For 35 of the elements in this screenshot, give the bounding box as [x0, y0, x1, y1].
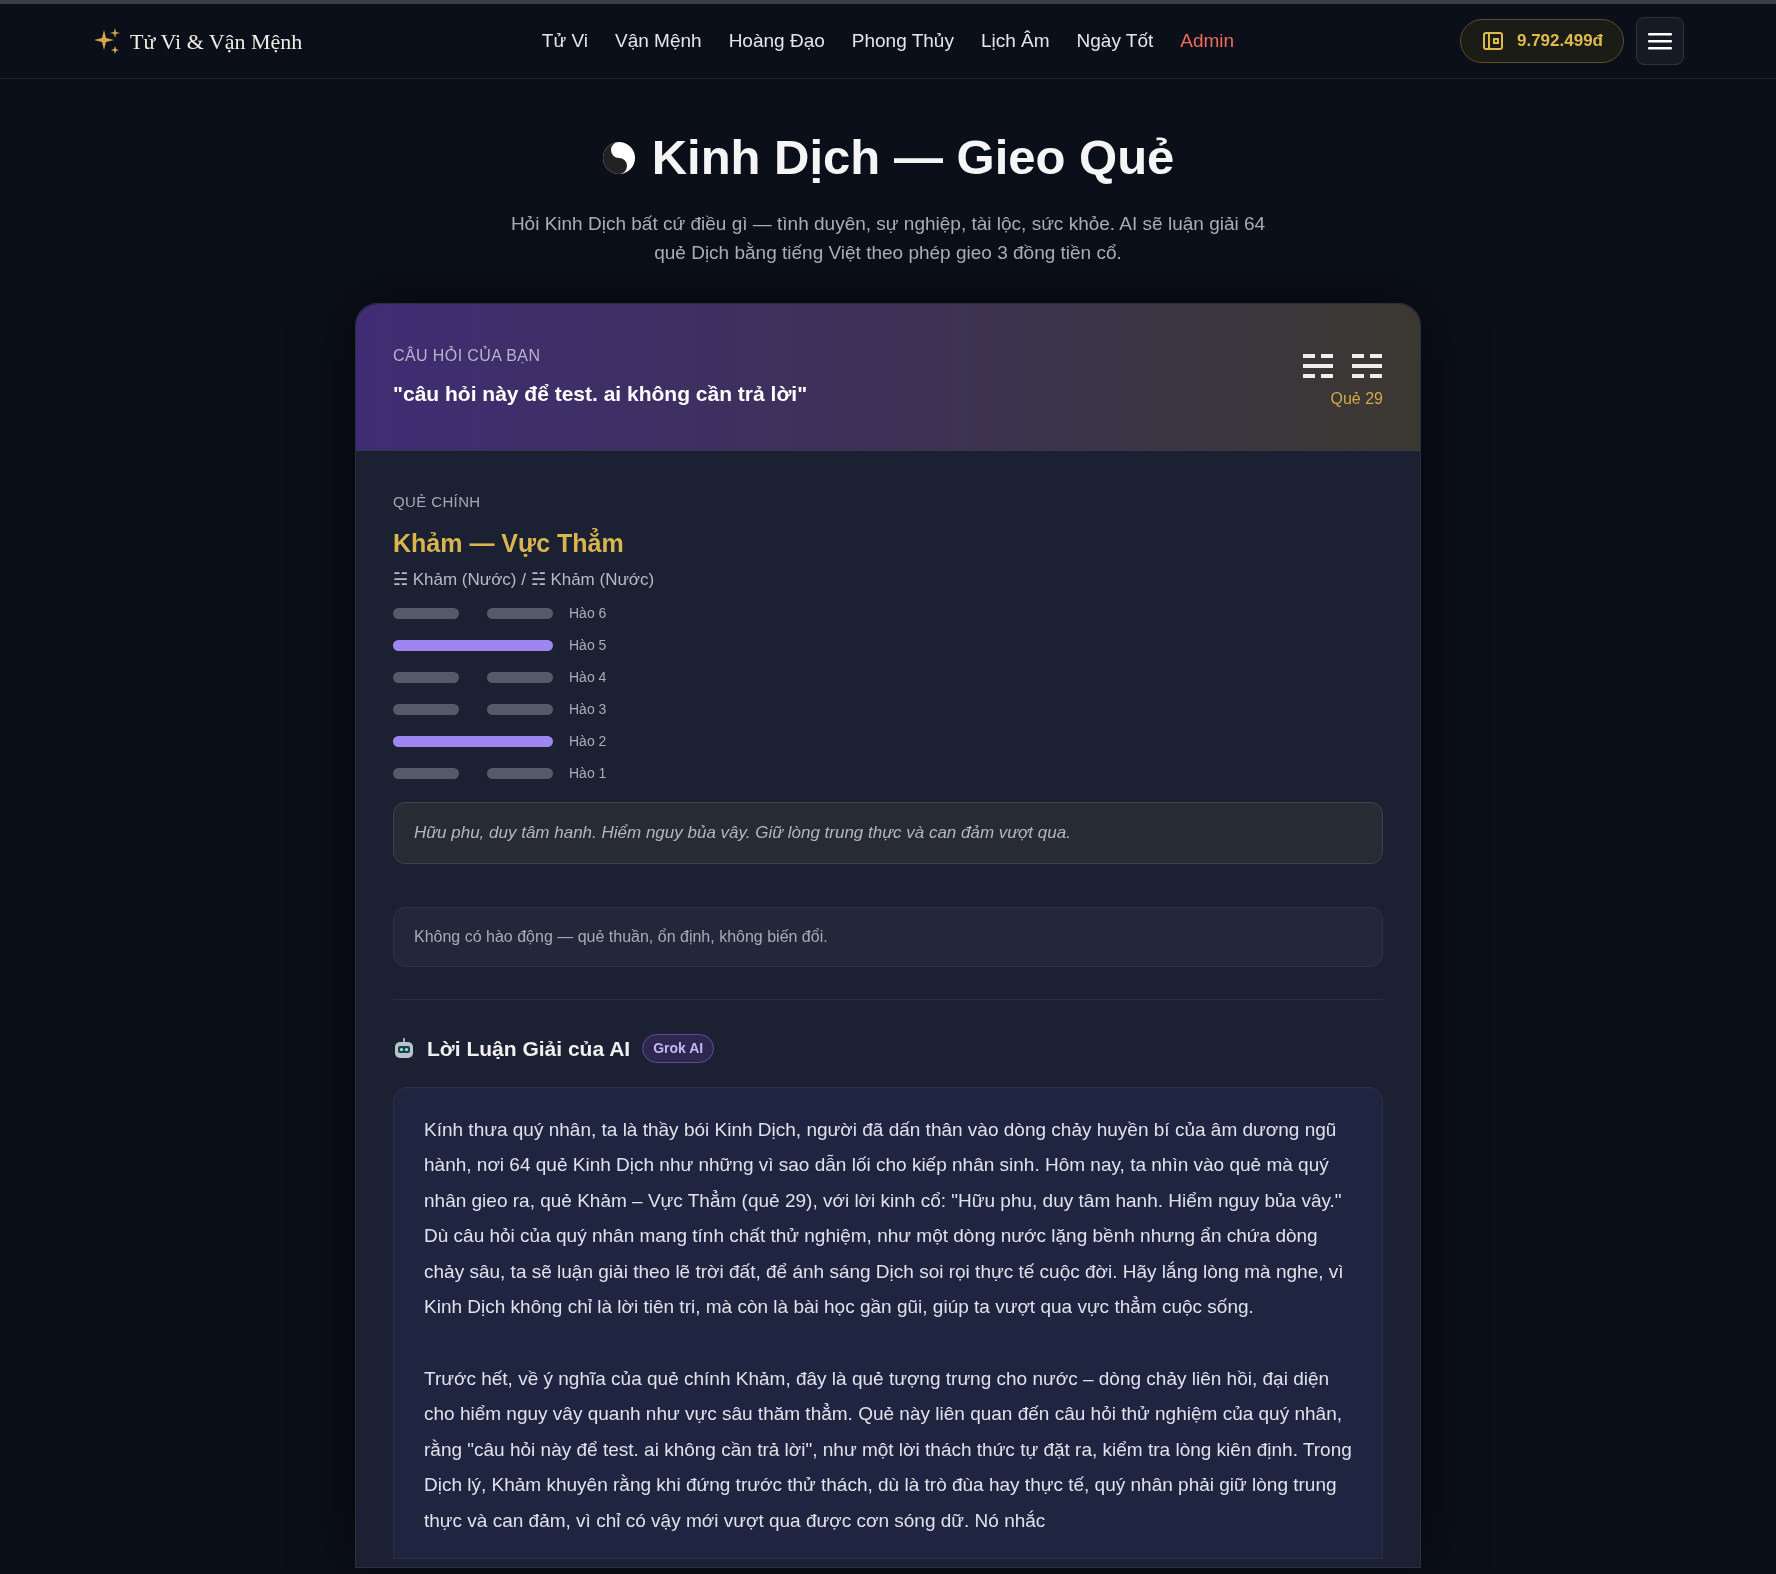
line-label: Hào 5: [569, 635, 607, 655]
question-label: CÂU HỎI CỦA BẠN: [393, 345, 542, 366]
line-label: Hào 2: [569, 731, 607, 751]
site-logo[interactable]: Tử Vi & Vận Mệnh: [130, 24, 303, 58]
nav-link[interactable]: Admin: [1180, 26, 1235, 56]
yin-yang-icon: [601, 140, 636, 175]
line-label: Hào 1: [569, 763, 607, 783]
line-label: Hào 3: [569, 699, 607, 719]
hexagram-name: Khảm — Vực Thẳm: [393, 527, 625, 559]
judgement-quote: Hữu phu, duy tâm hanh. Hiểm nguy bủa vây. Giữ lòng trung thực và can đảm vượt qua.: [393, 802, 1383, 864]
ai-badge: Grok AI: [642, 1034, 715, 1064]
robot-icon: [393, 1037, 415, 1060]
menu-icon: [1648, 31, 1672, 51]
hexagram-icon: [1303, 352, 1383, 379]
page-subtitle: Hỏi Kinh Dịch bất cứ điều gì — tình duyên, sự nghiệp, tài lộc, sức khỏe. AI sẽ luận giải 64 quẻ Dịch bằng tiếng Việt theo phép gieo 3 đồng tiền cổ.: [509, 211, 1267, 265]
ai-section-title: Lời Luận Giải của AI: [427, 1036, 631, 1062]
section-label: QUẺ CHÍNH: [393, 491, 482, 512]
nav-link[interactable]: Hoàng Đạo: [728, 26, 825, 56]
reading-paragraph: Kính thưa quý nhân, ta là thầy bói Kinh Dịch, người đã dấn thân vào dòng chảy huyền bí của âm dương ngũ hành, nơi 64 quẻ Kinh Dịch như những vì sao dẫn lối cho kiếp nhân sinh. Hôm nay, ta nhìn vào quẻ mà quý nhân gieo ra, quẻ Khảm – Vực Thẳm (quẻ 29), với lời kinh cổ: "Hữu phu, duy tâm hanh. Hiểm nguy bủa vây." Dù câu hỏi của quý nhân mang tính chất thử nghiệm, như một dòng nước lặng bềnh nhưng ẩn chứa dòng chảy sâu, ta sẽ luận giải theo lẽ trời đất, để ánh sáng Dịch soi rọi thực tế cuộc đời. Hãy lắng lòng mà nghe, vì Kinh Dịch không chỉ là lời tiên tri, mà còn là bài học gần gũi, giúp ta vượt qua vực thẳm cuộc sống.: [424, 1117, 1345, 1319]
hexagram-number: Quẻ 29: [1330, 388, 1383, 409]
nav-link[interactable]: Phong Thủy: [851, 26, 954, 56]
menu-button[interactable]: [1636, 17, 1684, 65]
question-text: "câu hỏi này để test. ai không cần trả lời": [393, 380, 808, 407]
nav-link[interactable]: Vận Mệnh: [615, 26, 702, 56]
nav-link[interactable]: Lịch Âm: [980, 26, 1050, 56]
trigram-names: ☵ Khảm (Nước) / ☵ Khảm (Nước): [393, 568, 656, 591]
page-title: Kinh Dịch — Gieo Quẻ: [651, 129, 1175, 186]
reading-paragraph: Trước hết, về ý nghĩa của quẻ chính Khảm, đây là quẻ tượng trưng cho nước – dòng chảy liên hồi, đại diện cho hiểm nguy vây quanh như vực sâu thăm thẳm. Quẻ này liên quan đến câu hỏi thử nghiệm của quý nhân, rằng "câu hỏi này để test. ai không cần trả lời", như một lời thách thức tự đặt ra, kiểm tra lòng kiên định. Trong Dịch lý, Khảm khuyên rằng khi đứng trước thử thách, dù là trò đùa hay thực tế, quý nhân phải giữ lòng trung thực và can đảm, vì chỉ có vậy mới vượt qua được cơn sóng dữ. Nó nhắc: [424, 1366, 1352, 1533]
changing-lines-note: Không có hào động — quẻ thuần, ổn định, không biến đổi.: [393, 907, 1383, 967]
wallet-balance-button[interactable]: 9.792.499đ: [1460, 19, 1624, 63]
wallet-icon: [1481, 29, 1505, 53]
line-label: Hào 6: [569, 603, 607, 623]
nav-link[interactable]: Tử Vi: [541, 26, 588, 56]
line-label: Hào 4: [569, 667, 607, 687]
nav-link[interactable]: Ngày Tốt: [1076, 26, 1154, 56]
